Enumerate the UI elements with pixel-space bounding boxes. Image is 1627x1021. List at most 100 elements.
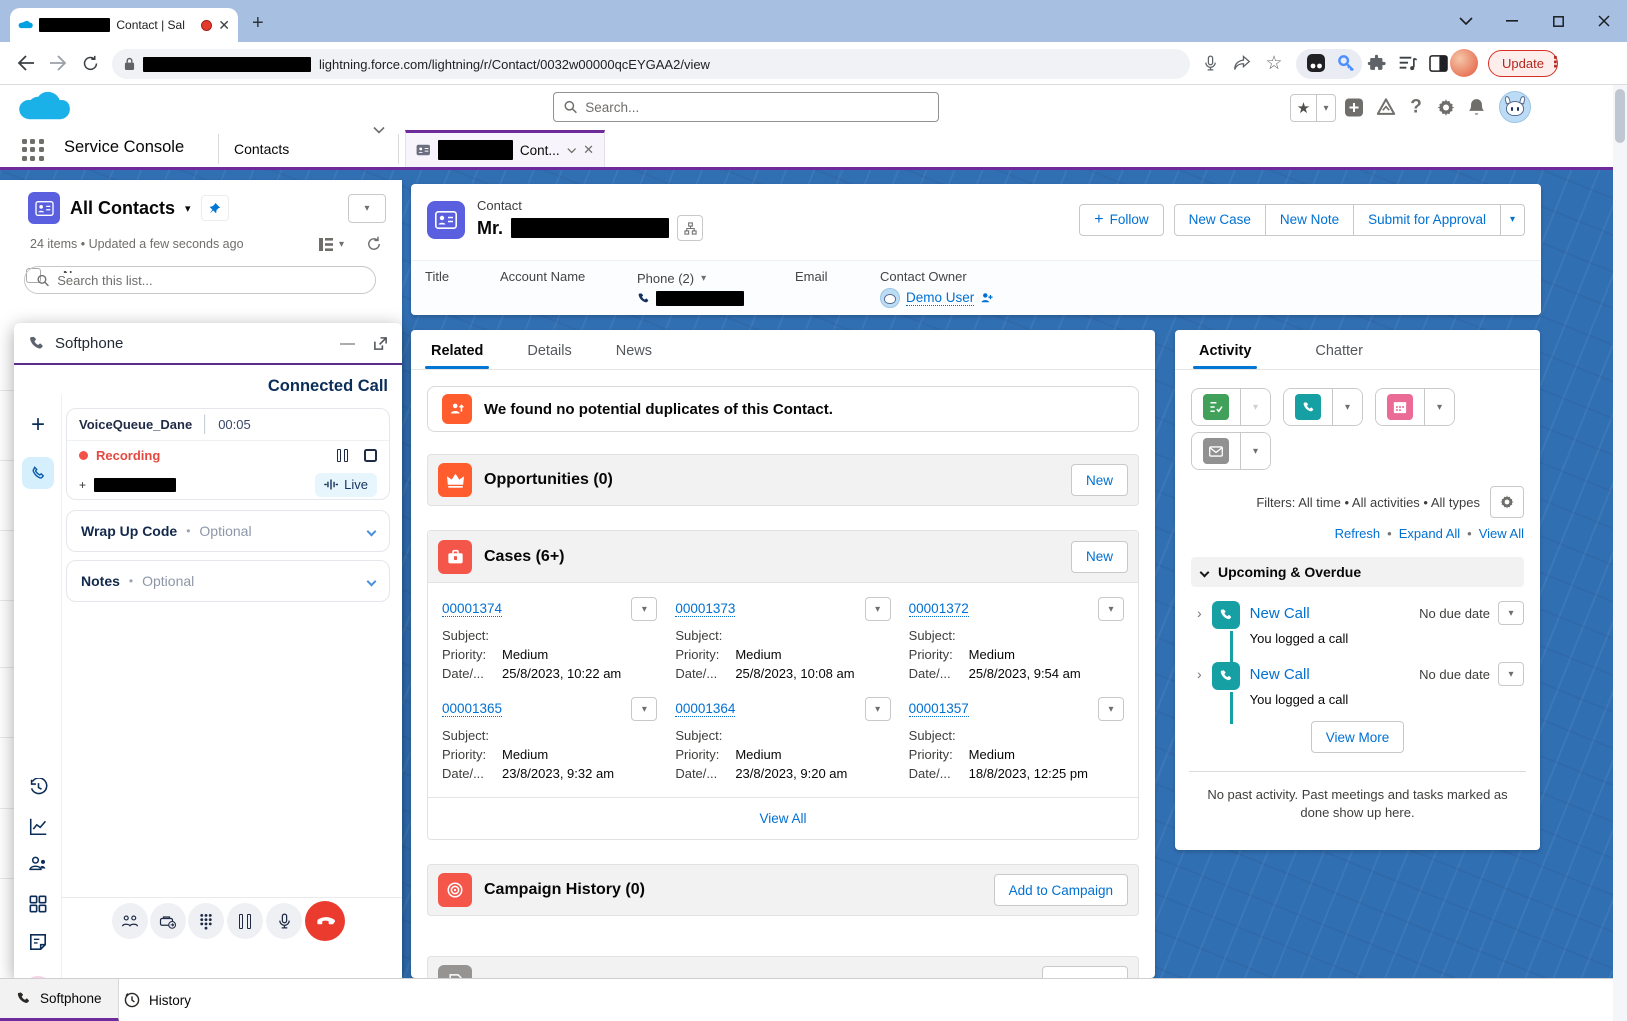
case-row-caret-button[interactable]: ▾: [865, 597, 891, 621]
new-case-button[interactable]: New Case: [1174, 204, 1266, 236]
case-number-link[interactable]: 00001364: [675, 701, 735, 717]
list-search-input[interactable]: [57, 273, 363, 288]
transfer-button[interactable]: [150, 903, 186, 939]
more-actions-caret-button[interactable]: ▾: [1501, 204, 1525, 236]
favorites-button[interactable]: ★ ▾: [1290, 94, 1336, 122]
refresh-list-icon[interactable]: [366, 236, 382, 252]
conference-button[interactable]: [112, 903, 148, 939]
pin-list-button[interactable]: [201, 195, 229, 221]
back-icon[interactable]: [12, 49, 40, 77]
add-to-campaign-button[interactable]: Add to Campaign: [994, 874, 1128, 906]
clipped-list-button[interactable]: [1042, 966, 1128, 978]
tab-news[interactable]: News: [616, 343, 652, 369]
reload-icon[interactable]: [76, 49, 104, 77]
utility-tab-softphone[interactable]: Softphone: [0, 979, 119, 1021]
wrapup-code-section[interactable]: Wrap Up Code • Optional: [66, 510, 390, 552]
contacts-tab-caret-icon[interactable]: [368, 112, 390, 149]
end-call-button[interactable]: [305, 901, 345, 941]
stats-chart-icon[interactable]: [14, 817, 62, 836]
list-search[interactable]: [24, 266, 376, 294]
case-number-link[interactable]: 00001365: [442, 701, 502, 717]
cases-title[interactable]: Cases (6+): [484, 548, 565, 566]
field-label-phone[interactable]: Phone (2) ▾: [637, 271, 706, 286]
cases-view-all-link[interactable]: View All: [759, 811, 806, 826]
expand-chevron-icon[interactable]: ›: [1197, 605, 1202, 646]
activity-caret-button[interactable]: ▾: [1498, 601, 1524, 625]
window-maximize-button[interactable]: [1535, 0, 1581, 42]
log-call-button[interactable]: [1284, 389, 1332, 425]
tab-details[interactable]: Details: [527, 343, 571, 369]
record-nav-tab[interactable]: Cont... ✕: [405, 130, 605, 167]
window-close-button[interactable]: [1581, 0, 1627, 42]
page-scrollbar[interactable]: [1613, 85, 1627, 1021]
list-actions-caret-button[interactable]: ▾: [348, 194, 386, 223]
bookmark-star-icon[interactable]: ☆: [1260, 49, 1288, 77]
change-owner-icon[interactable]: [980, 292, 994, 304]
new-task-button[interactable]: [1192, 389, 1240, 425]
contacts-nav-tab[interactable]: Contacts: [222, 130, 372, 167]
activity-caret-button[interactable]: ▾: [1498, 662, 1524, 686]
forward-icon[interactable]: [44, 49, 72, 77]
tab-chatter[interactable]: Chatter: [1315, 343, 1363, 369]
email-caret-button[interactable]: ▾: [1240, 433, 1270, 469]
favorites-star-icon[interactable]: ★: [1291, 95, 1317, 121]
apps-grid-icon[interactable]: [14, 895, 62, 913]
global-search-input[interactable]: [585, 100, 928, 115]
pause-recording-icon[interactable]: [337, 449, 348, 462]
tab-activity[interactable]: Activity: [1199, 343, 1251, 369]
notes-chevron-icon[interactable]: [367, 576, 377, 586]
record-tab-close-icon[interactable]: ✕: [583, 142, 594, 158]
view-more-button[interactable]: View More: [1311, 721, 1405, 753]
refresh-link[interactable]: Refresh: [1335, 526, 1381, 541]
view-all-link[interactable]: View All: [1479, 526, 1524, 541]
global-search[interactable]: [553, 92, 939, 122]
case-number-link[interactable]: 00001372: [909, 601, 969, 617]
log-call-caret-button[interactable]: ▾: [1332, 389, 1362, 425]
popout-icon[interactable]: [373, 336, 388, 351]
setup-gear-icon[interactable]: [1434, 85, 1458, 130]
tab-close-icon[interactable]: ✕: [218, 18, 230, 32]
case-number-link[interactable]: 00001357: [909, 701, 969, 717]
task-caret-button[interactable]: ▾: [1240, 389, 1270, 425]
contacts-directory-icon[interactable]: [14, 855, 62, 872]
app-launcher-icon[interactable]: [22, 139, 44, 161]
mic-icon[interactable]: [1196, 49, 1224, 77]
list-view-caret-icon[interactable]: ▾: [185, 202, 191, 215]
event-caret-button[interactable]: ▾: [1424, 389, 1454, 425]
utility-tab-history[interactable]: History: [108, 979, 207, 1021]
key-extension-icon[interactable]: [1332, 49, 1360, 77]
case-number-link[interactable]: 00001373: [675, 601, 735, 617]
hierarchy-button[interactable]: [677, 215, 703, 241]
stop-recording-icon[interactable]: [364, 449, 377, 462]
browser-profile-avatar[interactable]: [1450, 49, 1478, 77]
global-actions-icon[interactable]: [1342, 85, 1366, 130]
follow-button[interactable]: + Follow: [1079, 204, 1163, 236]
window-minimize-button[interactable]: [1489, 0, 1535, 42]
keypad-button[interactable]: [188, 903, 224, 939]
display-as-caret-icon[interactable]: ▾: [339, 239, 344, 250]
call-history-icon[interactable]: [14, 778, 62, 797]
display-as-button[interactable]: ▾: [318, 237, 344, 252]
notes-pad-icon[interactable]: [14, 933, 62, 951]
reading-list-icon[interactable]: [1394, 49, 1422, 77]
user-profile-avatar[interactable]: [1499, 91, 1531, 123]
wrapup-chevron-icon[interactable]: [367, 526, 377, 536]
active-call-tab-icon[interactable]: [22, 457, 54, 489]
case-row-caret-button[interactable]: ▾: [1098, 697, 1124, 721]
case-row-caret-button[interactable]: ▾: [1098, 597, 1124, 621]
email-button[interactable]: [1192, 433, 1240, 469]
side-panel-icon[interactable]: [1424, 49, 1452, 77]
new-event-button[interactable]: [1376, 389, 1424, 425]
add-call-icon[interactable]: +: [14, 411, 62, 439]
list-view-title[interactable]: All Contacts: [70, 198, 175, 219]
help-icon[interactable]: ?: [1404, 85, 1428, 130]
expand-all-link[interactable]: Expand All: [1399, 526, 1460, 541]
tab-related[interactable]: Related: [431, 343, 483, 369]
notes-section[interactable]: Notes • Optional: [66, 560, 390, 602]
case-row-caret-button[interactable]: ▾: [865, 697, 891, 721]
page-scrollbar-thumb[interactable]: [1615, 89, 1625, 143]
case-row-caret-button[interactable]: ▾: [631, 597, 657, 621]
browser-tab[interactable]: Contact | Sal ✕: [10, 8, 238, 42]
mute-button[interactable]: [266, 903, 302, 939]
opportunities-title[interactable]: Opportunities (0): [484, 471, 613, 489]
